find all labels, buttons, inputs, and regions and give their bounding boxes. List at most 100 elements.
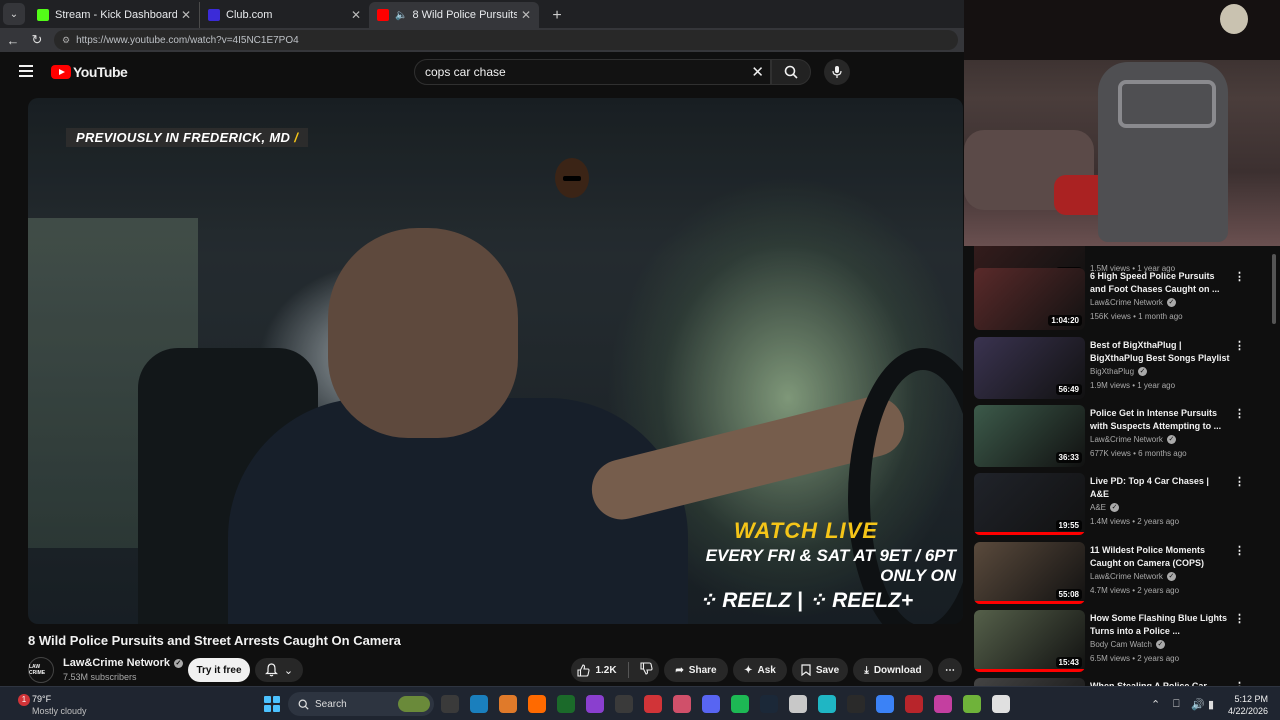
recommendation-title[interactable]: Best of BigXthaPlug | BigXthaPlug Best S… <box>1090 339 1230 365</box>
taskbar-app-icon[interactable] <box>905 695 923 713</box>
recommendation-channel-row[interactable]: Body Cam Watch ✓ <box>1090 640 1165 649</box>
video-thumbnail[interactable]: 15:43 <box>974 610 1085 672</box>
youtube-favicon-icon <box>377 9 389 21</box>
tab-close-icon[interactable]: ✕ <box>351 8 361 22</box>
taskbar-app-icon[interactable] <box>702 695 720 713</box>
taskbar-app-icon[interactable] <box>731 695 749 713</box>
taskbar-app-icon[interactable] <box>528 695 546 713</box>
tab-club[interactable]: Club.com ✕ <box>199 2 369 28</box>
new-tab-icon[interactable]: + <box>545 4 569 28</box>
recommendation-channel-row[interactable]: A&E ✓ <box>1090 503 1120 512</box>
network-icon[interactable]: ⎕ <box>1173 698 1180 711</box>
battery-icon[interactable]: ▮ <box>1208 698 1214 711</box>
taskbar-app-icon[interactable] <box>992 695 1010 713</box>
more-options-icon[interactable]: ⋮ <box>1234 475 1245 489</box>
search-button[interactable] <box>771 59 811 85</box>
volume-icon[interactable]: 🔊 <box>1191 698 1205 711</box>
taskbar-app-icon[interactable] <box>615 695 633 713</box>
back-arrow-icon[interactable]: ← <box>2 33 24 48</box>
recommendation-channel-row[interactable]: BigXthaPlug ✓ <box>1090 367 1148 376</box>
recommendation-channel-row[interactable]: Law&Crime Network ✓ <box>1090 435 1176 444</box>
share-icon: ➦ <box>675 664 684 676</box>
recommendation-item[interactable]: 1:04:20 6 High Speed Police Pursuits and… <box>974 268 1274 330</box>
try-it-free-button[interactable]: Try it free <box>188 658 250 682</box>
chevron-up-icon[interactable]: ⌃ <box>1151 698 1160 711</box>
recommendation-meta: 156K views • 1 month ago <box>1090 312 1183 321</box>
url-field[interactable]: ⚙ https://www.youtube.com/watch?v=4I5NC1… <box>54 30 958 50</box>
taskbar-app-icon[interactable] <box>847 695 865 713</box>
like-button[interactable]: 1.2K <box>577 663 617 677</box>
notification-button[interactable]: ⌄ <box>255 658 303 682</box>
microphone-icon <box>832 66 842 78</box>
channel-name[interactable]: Law&Crime Network <box>63 657 170 669</box>
recommendation-channel-row[interactable]: Law&Crime Network ✓ <box>1090 572 1176 581</box>
reload-icon[interactable]: ↻ <box>26 32 48 48</box>
recommendation-channel-row[interactable]: Law&Crime Network ✓ <box>1090 298 1176 307</box>
share-button[interactable]: ➦ Share <box>664 658 728 682</box>
save-button[interactable]: Save <box>792 658 848 682</box>
video-thumbnail[interactable]: 56:49 <box>974 337 1085 399</box>
download-button[interactable]: ⤓ Download <box>853 658 933 682</box>
promo-line-3: ⁘ REELZ | ⁘ REELZ+ <box>698 589 914 612</box>
recommendation-title[interactable]: Police Get in Intense Pursuits with Susp… <box>1090 407 1230 433</box>
tab-close-icon[interactable]: ✕ <box>181 8 191 22</box>
video-thumbnail[interactable] <box>974 678 1085 686</box>
recommendation-item[interactable]: 55:08 11 Wildest Police Moments Caught o… <box>974 542 1274 604</box>
dislike-button[interactable] <box>640 662 653 678</box>
channel-avatar[interactable]: LAW CRIME <box>28 657 54 683</box>
menu-icon[interactable] <box>19 65 33 77</box>
more-options-icon[interactable]: ⋮ <box>1234 544 1245 558</box>
recommendation-item[interactable]: 15:43 How Some Flashing Blue Lights Turn… <box>974 610 1274 672</box>
taskbar-app-icon[interactable] <box>441 695 459 713</box>
windows-start-icon[interactable] <box>264 696 280 712</box>
ask-button[interactable]: ✦ Ask <box>733 658 787 682</box>
taskbar-app-icon[interactable] <box>673 695 691 713</box>
taskbar-app-icon[interactable] <box>876 695 894 713</box>
recommendation-title[interactable]: 6 High Speed Police Pursuits and Foot Ch… <box>1090 270 1230 296</box>
search-input[interactable]: cops car chase ✕ <box>414 59 771 85</box>
tab-youtube-video[interactable]: 🔈 8 Wild Police Pursuits and Stre ✕ <box>369 2 539 28</box>
recommendation-item[interactable]: 36:33 Police Get in Intense Pursuits wit… <box>974 405 1274 467</box>
speaker-icon[interactable]: 🔈 <box>395 10 407 21</box>
taskbar-app-icon[interactable] <box>470 695 488 713</box>
taskbar-app-icon[interactable] <box>644 695 662 713</box>
more-options-icon[interactable]: ⋮ <box>1234 407 1245 421</box>
recommendation-item[interactable]: 56:49 Best of BigXthaPlug | BigXthaPlug … <box>974 337 1274 399</box>
taskbar-app-icon[interactable] <box>934 695 952 713</box>
channel-name-row[interactable]: Law&Crime Network ✓ <box>63 657 183 669</box>
tab-search-menu-icon[interactable]: ⌄ <box>3 3 25 25</box>
webcam-gaming-chair <box>1098 62 1228 242</box>
video-thumbnail[interactable]: 1:04:20 <box>974 268 1085 330</box>
recommendation-title[interactable]: 11 Wildest Police Moments Caught on Came… <box>1090 544 1230 570</box>
video-thumbnail[interactable]: 55:08 <box>974 542 1085 604</box>
recommendation-item[interactable]: When Stealing A Police Car ... ⋮ <box>974 678 1274 686</box>
taskbar-app-icon[interactable] <box>818 695 836 713</box>
video-player[interactable]: PREVIOUSLY IN FREDERICK, MD WATCH LIVE E… <box>28 98 963 624</box>
more-actions-icon[interactable]: ⋯ <box>938 658 962 682</box>
video-thumbnail[interactable]: 36:33 <box>974 405 1085 467</box>
more-options-icon[interactable]: ⋮ <box>1234 612 1245 626</box>
youtube-logo[interactable]: YouTube <box>51 64 128 80</box>
promo-line-2: EVERY FRI & SAT AT 9ET / 6PT ONLY ON <box>705 546 956 585</box>
taskbar-app-icon[interactable] <box>760 695 778 713</box>
taskbar-app-icon[interactable] <box>789 695 807 713</box>
taskbar-app-icon[interactable] <box>499 695 517 713</box>
clear-search-icon[interactable]: ✕ <box>751 63 764 81</box>
taskbar-app-icon[interactable] <box>586 695 604 713</box>
taskbar-app-icon[interactable] <box>963 695 981 713</box>
weather-widget[interactable]: 1 79°F Mostly cloudy <box>14 694 87 716</box>
taskbar-search[interactable]: Search <box>288 692 434 716</box>
more-options-icon[interactable]: ⋮ <box>1234 339 1245 353</box>
taskbar-app-icon[interactable] <box>557 695 575 713</box>
tab-close-icon[interactable]: ✕ <box>521 8 531 22</box>
recommendation-title[interactable]: How Some Flashing Blue Lights Turns into… <box>1090 612 1230 638</box>
tab-kick-dashboard[interactable]: Stream - Kick Dashboard ✕ <box>29 2 199 28</box>
recommendation-item[interactable]: 19:55 Live PD: Top 4 Car Chases | A&E A&… <box>974 473 1274 535</box>
voice-search-button[interactable] <box>824 59 850 85</box>
recommendation-meta: 677K views • 6 months ago <box>1090 449 1187 458</box>
video-thumbnail[interactable]: 19:55 <box>974 473 1085 535</box>
more-options-icon[interactable]: ⋮ <box>1234 270 1245 284</box>
site-info-icon[interactable]: ⚙ <box>62 35 70 46</box>
clock[interactable]: 5:12 PM 4/22/2026 <box>1228 693 1268 717</box>
recommendation-title[interactable]: Live PD: Top 4 Car Chases | A&E <box>1090 475 1230 501</box>
